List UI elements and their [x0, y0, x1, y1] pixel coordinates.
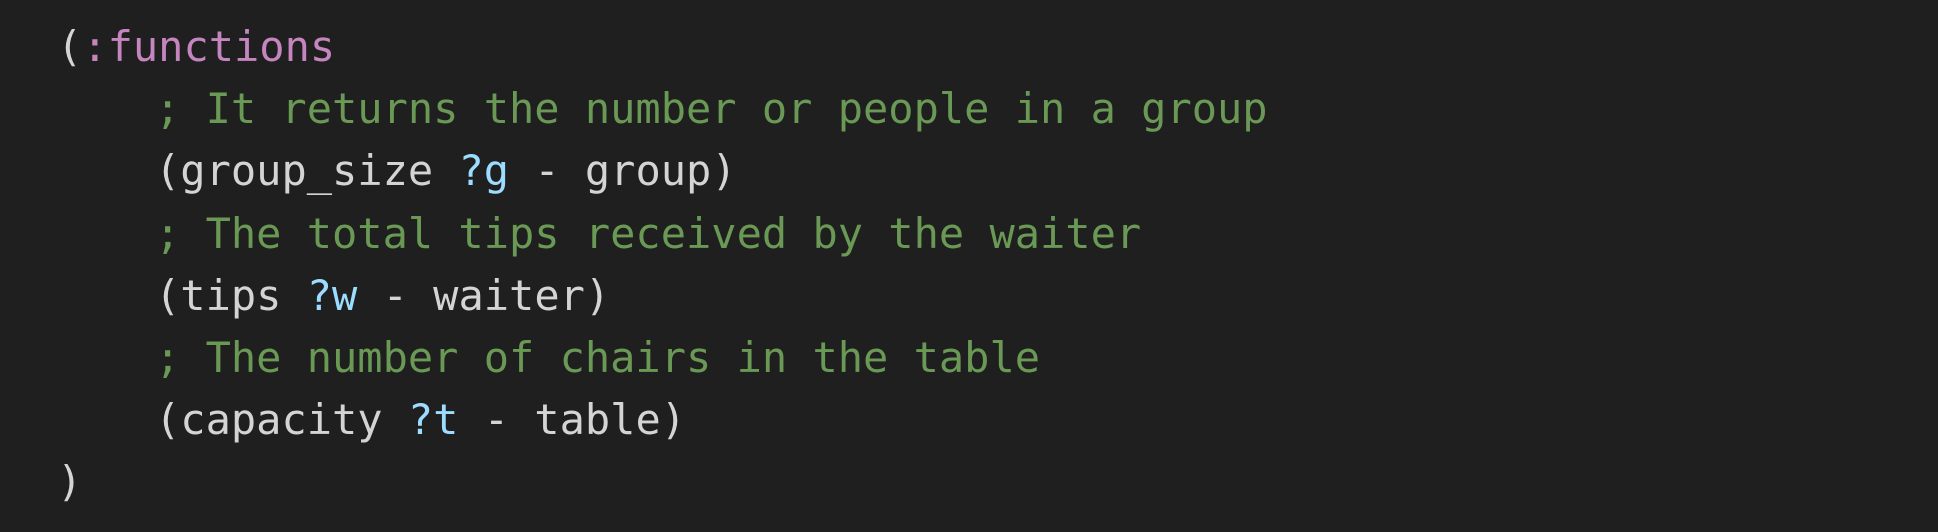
- code-line-comment-capacity: ; The number of chairs in the table: [155, 327, 1040, 389]
- code-line-comment-tips: ; The total tips received by the waiter: [155, 203, 1141, 265]
- function-name-group-size: group_size: [180, 146, 459, 195]
- close-paren: ): [57, 457, 83, 506]
- function-name-capacity: capacity: [180, 395, 408, 444]
- parameter-type: - table: [458, 395, 661, 444]
- fn-close-paren: ): [711, 146, 737, 195]
- fn-open-paren: (: [155, 395, 181, 444]
- parameter-type: - group: [509, 146, 712, 195]
- functions-keyword: :functions: [82, 22, 336, 71]
- fn-open-paren: (: [155, 146, 181, 195]
- parameter-variable: ?g: [458, 146, 510, 195]
- comment-tips: ; The total tips received by the waiter: [155, 209, 1142, 258]
- parameter-variable: ?w: [306, 271, 358, 320]
- code-line-capacity: (capacity ?t - table): [155, 389, 686, 451]
- parameter-variable: ?t: [407, 395, 459, 444]
- code-editor[interactable]: (:functions ; It returns the number or p…: [0, 0, 1938, 532]
- comment-group-size: ; It returns the number or people in a g…: [155, 84, 1268, 133]
- open-paren: (: [57, 22, 83, 71]
- fn-close-paren: ): [584, 271, 611, 320]
- code-line-comment-group-size: ; It returns the number or people in a g…: [155, 78, 1268, 140]
- code-line-group-size: (group_size ?g - group): [155, 140, 737, 202]
- code-line-functions-close: ): [57, 451, 82, 513]
- fn-close-paren: ): [660, 395, 687, 444]
- function-name-tips: tips: [180, 271, 307, 320]
- comment-capacity: ; The number of chairs in the table: [155, 333, 1041, 382]
- parameter-type: - waiter: [357, 271, 585, 320]
- code-line-tips: (tips ?w - waiter): [155, 265, 610, 327]
- code-line-functions-open: (:functions: [57, 16, 335, 78]
- fn-open-paren: (: [155, 271, 181, 320]
